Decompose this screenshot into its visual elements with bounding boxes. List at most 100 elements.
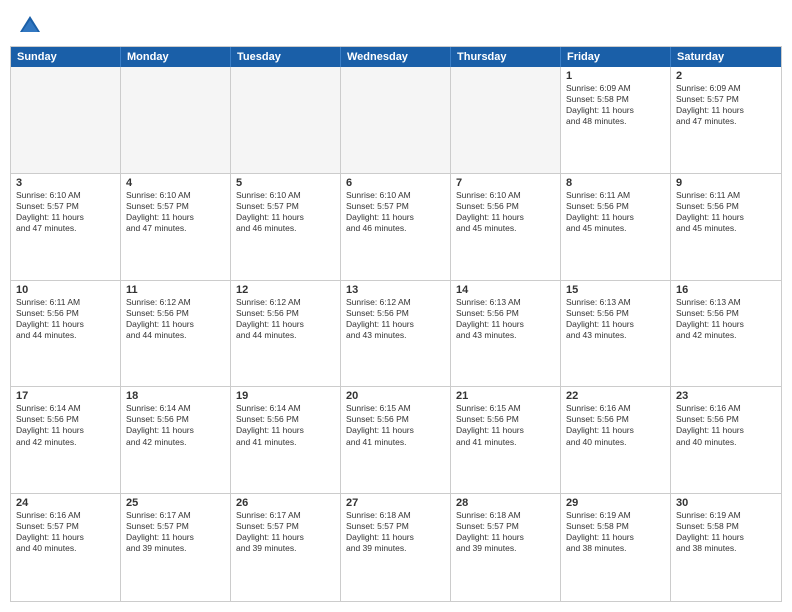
- day-info: Sunrise: 6:14 AM Sunset: 5:56 PM Dayligh…: [16, 403, 115, 447]
- day-info: Sunrise: 6:16 AM Sunset: 5:56 PM Dayligh…: [566, 403, 665, 447]
- day-info: Sunrise: 6:10 AM Sunset: 5:56 PM Dayligh…: [456, 190, 555, 234]
- day-info: Sunrise: 6:14 AM Sunset: 5:56 PM Dayligh…: [236, 403, 335, 447]
- calendar: SundayMondayTuesdayWednesdayThursdayFrid…: [10, 46, 782, 602]
- day-number: 19: [236, 390, 335, 402]
- weekday-header: Saturday: [671, 47, 781, 67]
- day-info: Sunrise: 6:19 AM Sunset: 5:58 PM Dayligh…: [676, 510, 776, 554]
- calendar-cell: 6Sunrise: 6:10 AM Sunset: 5:57 PM Daylig…: [341, 174, 451, 280]
- day-number: 7: [456, 177, 555, 189]
- weekday-header: Wednesday: [341, 47, 451, 67]
- day-number: 23: [676, 390, 776, 402]
- day-info: Sunrise: 6:18 AM Sunset: 5:57 PM Dayligh…: [346, 510, 445, 554]
- day-info: Sunrise: 6:13 AM Sunset: 5:56 PM Dayligh…: [566, 297, 665, 341]
- day-number: 24: [16, 497, 115, 509]
- calendar-cell: 27Sunrise: 6:18 AM Sunset: 5:57 PM Dayli…: [341, 494, 451, 601]
- day-number: 9: [676, 177, 776, 189]
- calendar-row: 3Sunrise: 6:10 AM Sunset: 5:57 PM Daylig…: [11, 174, 781, 281]
- day-info: Sunrise: 6:10 AM Sunset: 5:57 PM Dayligh…: [346, 190, 445, 234]
- calendar-cell: 11Sunrise: 6:12 AM Sunset: 5:56 PM Dayli…: [121, 281, 231, 387]
- calendar-cell: 8Sunrise: 6:11 AM Sunset: 5:56 PM Daylig…: [561, 174, 671, 280]
- day-number: 6: [346, 177, 445, 189]
- day-info: Sunrise: 6:19 AM Sunset: 5:58 PM Dayligh…: [566, 510, 665, 554]
- day-info: Sunrise: 6:12 AM Sunset: 5:56 PM Dayligh…: [346, 297, 445, 341]
- day-number: 16: [676, 284, 776, 296]
- day-number: 26: [236, 497, 335, 509]
- calendar-cell: 30Sunrise: 6:19 AM Sunset: 5:58 PM Dayli…: [671, 494, 781, 601]
- day-info: Sunrise: 6:12 AM Sunset: 5:56 PM Dayligh…: [126, 297, 225, 341]
- day-info: Sunrise: 6:18 AM Sunset: 5:57 PM Dayligh…: [456, 510, 555, 554]
- header: [0, 0, 792, 46]
- day-number: 13: [346, 284, 445, 296]
- day-number: 5: [236, 177, 335, 189]
- day-number: 11: [126, 284, 225, 296]
- calendar-header: SundayMondayTuesdayWednesdayThursdayFrid…: [11, 47, 781, 67]
- day-number: 25: [126, 497, 225, 509]
- day-info: Sunrise: 6:13 AM Sunset: 5:56 PM Dayligh…: [676, 297, 776, 341]
- day-info: Sunrise: 6:11 AM Sunset: 5:56 PM Dayligh…: [676, 190, 776, 234]
- calendar-body: 1Sunrise: 6:09 AM Sunset: 5:58 PM Daylig…: [11, 67, 781, 601]
- day-info: Sunrise: 6:09 AM Sunset: 5:58 PM Dayligh…: [566, 83, 665, 127]
- calendar-row: 24Sunrise: 6:16 AM Sunset: 5:57 PM Dayli…: [11, 494, 781, 601]
- calendar-cell: 12Sunrise: 6:12 AM Sunset: 5:56 PM Dayli…: [231, 281, 341, 387]
- calendar-cell: 23Sunrise: 6:16 AM Sunset: 5:56 PM Dayli…: [671, 387, 781, 493]
- day-info: Sunrise: 6:11 AM Sunset: 5:56 PM Dayligh…: [566, 190, 665, 234]
- calendar-cell: 15Sunrise: 6:13 AM Sunset: 5:56 PM Dayli…: [561, 281, 671, 387]
- day-info: Sunrise: 6:12 AM Sunset: 5:56 PM Dayligh…: [236, 297, 335, 341]
- calendar-cell: 2Sunrise: 6:09 AM Sunset: 5:57 PM Daylig…: [671, 67, 781, 173]
- day-info: Sunrise: 6:15 AM Sunset: 5:56 PM Dayligh…: [456, 403, 555, 447]
- day-number: 14: [456, 284, 555, 296]
- day-number: 8: [566, 177, 665, 189]
- calendar-cell: [11, 67, 121, 173]
- calendar-cell: 14Sunrise: 6:13 AM Sunset: 5:56 PM Dayli…: [451, 281, 561, 387]
- calendar-cell: [231, 67, 341, 173]
- calendar-cell: 7Sunrise: 6:10 AM Sunset: 5:56 PM Daylig…: [451, 174, 561, 280]
- day-number: 1: [566, 70, 665, 82]
- day-info: Sunrise: 6:13 AM Sunset: 5:56 PM Dayligh…: [456, 297, 555, 341]
- calendar-cell: 25Sunrise: 6:17 AM Sunset: 5:57 PM Dayli…: [121, 494, 231, 601]
- day-number: 27: [346, 497, 445, 509]
- day-info: Sunrise: 6:16 AM Sunset: 5:56 PM Dayligh…: [676, 403, 776, 447]
- day-info: Sunrise: 6:10 AM Sunset: 5:57 PM Dayligh…: [16, 190, 115, 234]
- page: SundayMondayTuesdayWednesdayThursdayFrid…: [0, 0, 792, 612]
- calendar-cell: 5Sunrise: 6:10 AM Sunset: 5:57 PM Daylig…: [231, 174, 341, 280]
- day-number: 12: [236, 284, 335, 296]
- calendar-cell: 4Sunrise: 6:10 AM Sunset: 5:57 PM Daylig…: [121, 174, 231, 280]
- logo: [16, 12, 48, 40]
- calendar-cell: [341, 67, 451, 173]
- day-number: 2: [676, 70, 776, 82]
- weekday-header: Monday: [121, 47, 231, 67]
- day-info: Sunrise: 6:09 AM Sunset: 5:57 PM Dayligh…: [676, 83, 776, 127]
- calendar-cell: 18Sunrise: 6:14 AM Sunset: 5:56 PM Dayli…: [121, 387, 231, 493]
- logo-icon: [16, 12, 44, 40]
- day-number: 22: [566, 390, 665, 402]
- calendar-cell: 21Sunrise: 6:15 AM Sunset: 5:56 PM Dayli…: [451, 387, 561, 493]
- day-info: Sunrise: 6:10 AM Sunset: 5:57 PM Dayligh…: [126, 190, 225, 234]
- day-number: 29: [566, 497, 665, 509]
- weekday-header: Tuesday: [231, 47, 341, 67]
- calendar-cell: 24Sunrise: 6:16 AM Sunset: 5:57 PM Dayli…: [11, 494, 121, 601]
- calendar-row: 17Sunrise: 6:14 AM Sunset: 5:56 PM Dayli…: [11, 387, 781, 494]
- day-number: 30: [676, 497, 776, 509]
- calendar-cell: 10Sunrise: 6:11 AM Sunset: 5:56 PM Dayli…: [11, 281, 121, 387]
- day-number: 3: [16, 177, 115, 189]
- day-number: 10: [16, 284, 115, 296]
- day-info: Sunrise: 6:10 AM Sunset: 5:57 PM Dayligh…: [236, 190, 335, 234]
- day-number: 17: [16, 390, 115, 402]
- day-info: Sunrise: 6:17 AM Sunset: 5:57 PM Dayligh…: [126, 510, 225, 554]
- calendar-cell: [451, 67, 561, 173]
- day-number: 4: [126, 177, 225, 189]
- calendar-cell: 9Sunrise: 6:11 AM Sunset: 5:56 PM Daylig…: [671, 174, 781, 280]
- calendar-cell: 1Sunrise: 6:09 AM Sunset: 5:58 PM Daylig…: [561, 67, 671, 173]
- calendar-row: 10Sunrise: 6:11 AM Sunset: 5:56 PM Dayli…: [11, 281, 781, 388]
- day-number: 21: [456, 390, 555, 402]
- calendar-cell: 17Sunrise: 6:14 AM Sunset: 5:56 PM Dayli…: [11, 387, 121, 493]
- day-info: Sunrise: 6:17 AM Sunset: 5:57 PM Dayligh…: [236, 510, 335, 554]
- day-number: 15: [566, 284, 665, 296]
- calendar-cell: 28Sunrise: 6:18 AM Sunset: 5:57 PM Dayli…: [451, 494, 561, 601]
- calendar-cell: [121, 67, 231, 173]
- calendar-cell: 26Sunrise: 6:17 AM Sunset: 5:57 PM Dayli…: [231, 494, 341, 601]
- weekday-header: Thursday: [451, 47, 561, 67]
- day-number: 28: [456, 497, 555, 509]
- calendar-cell: 3Sunrise: 6:10 AM Sunset: 5:57 PM Daylig…: [11, 174, 121, 280]
- calendar-cell: 13Sunrise: 6:12 AM Sunset: 5:56 PM Dayli…: [341, 281, 451, 387]
